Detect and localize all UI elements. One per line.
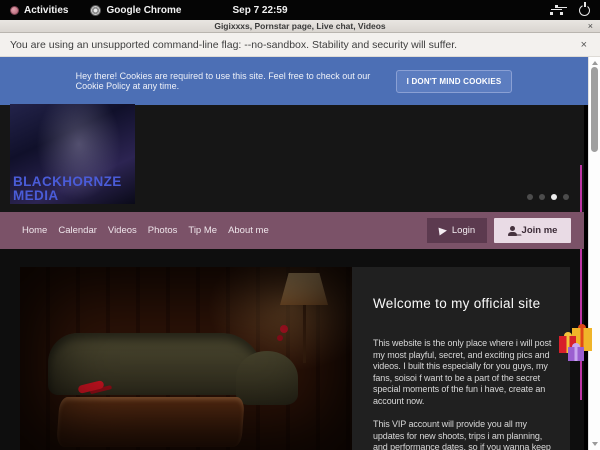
send-icon [438, 226, 447, 235]
chrome-taskbar-item[interactable]: Google Chrome [90, 5, 181, 16]
site-edge-accent [580, 165, 582, 400]
warning-message: You are using an unsupported command-lin… [10, 39, 457, 51]
clock[interactable]: Sep 7 22:59 [232, 5, 287, 16]
nav-buttons: Login Join me [427, 218, 571, 243]
system-tray [550, 5, 590, 16]
chrome-icon [90, 5, 101, 16]
welcome-title: Welcome to my official site [373, 296, 558, 311]
warning-close-icon[interactable]: × [581, 39, 587, 51]
login-label: Login [452, 225, 475, 236]
browser-title-bar: Gigixxxs, Pornstar page, Live chat, Vide… [0, 20, 600, 33]
login-button[interactable]: Login [427, 218, 487, 243]
vignette-overlay [20, 267, 352, 450]
nav-item-about-me[interactable]: About me [228, 225, 269, 236]
carousel-dot-active[interactable] [551, 194, 557, 200]
activities-icon [10, 6, 19, 15]
nav-item-home[interactable]: Home [22, 225, 47, 236]
activities-label: Activities [24, 5, 68, 16]
carousel-dot[interactable] [527, 194, 533, 200]
activities-button[interactable]: Activities [10, 5, 68, 16]
cookie-accept-button[interactable]: I DON'T MIND COOKIES [396, 70, 513, 93]
scrollbar-up-icon[interactable] [592, 61, 598, 65]
site-logo-banner[interactable]: BLACKHORNZE MEDIA [10, 104, 135, 204]
hero-photo [20, 267, 352, 450]
scrollbar-thumb[interactable] [591, 67, 598, 152]
join-button[interactable]: Join me [494, 218, 571, 243]
chrome-warning-bar: You are using an unsupported command-lin… [0, 33, 600, 57]
main-section: Welcome to my official site This website… [0, 249, 584, 450]
network-icon[interactable] [550, 5, 563, 16]
join-label: Join me [522, 225, 558, 236]
screen: Activities Google Chrome Sep 7 22:59 Gig… [0, 0, 600, 450]
system-top-bar: Activities Google Chrome Sep 7 22:59 [0, 0, 600, 20]
nav-links: Home Calendar Videos Photos Tip Me About… [22, 225, 269, 236]
welcome-paragraph-2: This VIP account will provide you all my… [373, 419, 558, 450]
logo-line-1: BLACKHORNZE [13, 175, 122, 189]
logo-line-2: MEDIA [13, 189, 122, 203]
page-scrollbar[interactable] [588, 57, 600, 450]
site-logo-text: BLACKHORNZE MEDIA [13, 175, 122, 202]
site-navbar: Home Calendar Videos Photos Tip Me About… [0, 212, 584, 249]
carousel-dot[interactable] [539, 194, 545, 200]
nav-item-videos[interactable]: Videos [108, 225, 137, 236]
person-icon [508, 226, 517, 236]
carousel-dot[interactable] [563, 194, 569, 200]
nav-item-tip-me[interactable]: Tip Me [188, 225, 217, 236]
gift-widget[interactable] [556, 322, 594, 364]
welcome-panel: Welcome to my official site This website… [352, 267, 570, 450]
scrollbar-down-icon[interactable] [592, 442, 598, 446]
carousel-dots [527, 194, 569, 200]
cookie-consent-bar: Hey there! Cookies are required to use t… [0, 57, 588, 105]
welcome-paragraph-1: This website is the only place where i w… [373, 338, 558, 407]
nav-item-calendar[interactable]: Calendar [58, 225, 97, 236]
nav-item-photos[interactable]: Photos [148, 225, 178, 236]
cookie-message: Hey there! Cookies are required to use t… [76, 71, 376, 91]
chrome-app-label: Google Chrome [106, 5, 181, 16]
power-icon[interactable] [579, 5, 590, 16]
tab-title: Gigixxxs, Pornstar page, Live chat, Vide… [214, 21, 385, 31]
tab-close-icon[interactable]: × [588, 20, 593, 33]
gift-icon [568, 347, 584, 361]
